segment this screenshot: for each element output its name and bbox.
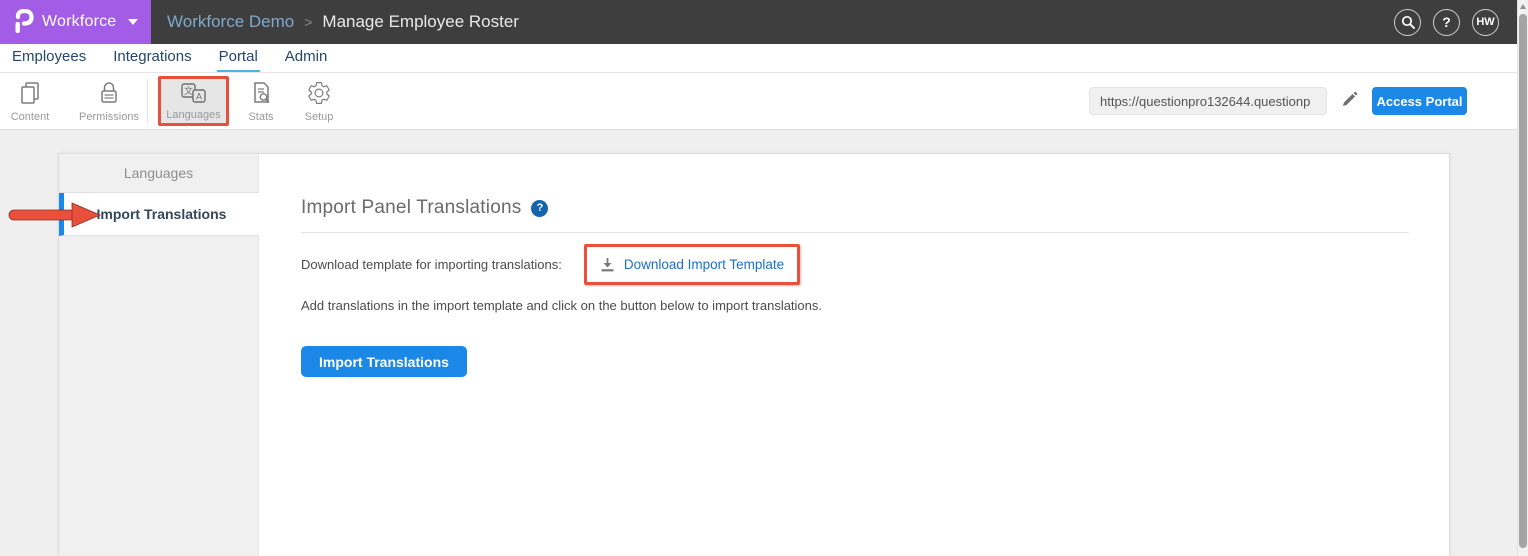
sidebar-item-import-translations[interactable]: Import Translations [59,193,259,236]
import-translations-panel: Import Panel Translations ? Download tem… [259,154,1449,556]
breadcrumb: Workforce Demo > Manage Employee Roster [167,12,519,32]
avatar[interactable]: HW [1472,8,1499,36]
brand-name: Workforce [42,13,117,30]
help-badge-icon[interactable]: ? [531,199,549,217]
question-mark-icon: ? [1442,14,1451,30]
import-translations-button[interactable]: Import Translations [301,346,467,377]
content-card: Languages Import Translations Import Pan… [58,153,1450,556]
svg-text:文: 文 [184,85,193,97]
portal-url-input[interactable] [1089,87,1327,115]
toolbar-label: Permissions [79,110,139,123]
toolbar-label: Setup [304,110,334,123]
translate-icon: 文 A [181,82,206,103]
chevron-down-icon [128,19,139,25]
toolbar-label: Languages [166,108,221,121]
pages-icon [21,81,39,104]
toolbar-item-stats[interactable]: Stats [239,75,283,127]
toolbar-label: Stats [248,110,274,123]
page-search-icon [254,81,270,103]
toolbar-item-content[interactable]: Content [4,75,56,127]
pencil-icon [1343,91,1358,106]
search-icon [1401,15,1415,29]
divider [301,232,1409,233]
settings-sidebar: Languages Import Translations [59,154,259,556]
portal-toolbar: Content Permissions 文 A Languages Stats [0,73,1517,130]
page-title: Import Panel Translations [301,197,522,218]
scroll-up-icon[interactable] [1520,4,1526,9]
nav-item-employees[interactable]: Employees [10,44,88,72]
svg-text:A: A [196,91,202,101]
toolbar-item-permissions[interactable]: Permissions [79,75,139,127]
download-icon [601,258,614,272]
search-button[interactable] [1394,8,1421,36]
instructions-text: Add translations in the import template … [301,298,823,313]
breadcrumb-parent[interactable]: Workforce Demo [167,12,294,32]
toolbar-label: Content [10,110,50,123]
toolbar-divider [147,79,148,123]
questionpro-logo-icon [15,9,34,33]
page-scrollbar[interactable] [1517,0,1528,556]
avatar-initials: HW [1476,16,1495,28]
download-import-template-link[interactable]: Download Import Template [624,257,784,272]
breadcrumb-current: Manage Employee Roster [322,12,519,31]
toolbar-item-setup[interactable]: Setup [297,75,341,127]
red-box-annotation: Download Import Template [583,244,801,285]
main-nav: Employees Integrations Portal Admin [0,44,1517,73]
toolbar-item-languages[interactable]: 文 A Languages [158,76,229,126]
nav-item-portal[interactable]: Portal [216,44,260,72]
access-portal-button[interactable]: Access Portal [1372,87,1467,115]
breadcrumb-separator: > [304,14,313,30]
help-button[interactable]: ? [1433,8,1460,36]
top-bar: Workforce Workforce Demo > Manage Employ… [0,0,1517,44]
download-template-label: Download template for importing translat… [301,257,562,272]
nav-item-integrations[interactable]: Integrations [111,44,193,72]
gear-icon [308,81,330,104]
edit-url-button[interactable] [1341,91,1358,111]
nav-item-admin[interactable]: Admin [283,44,330,72]
scrollbar-thumb[interactable] [1519,14,1527,548]
lock-icon [101,81,117,103]
sidebar-header: Languages [59,154,258,193]
topbar-actions: ? HW [1394,8,1517,36]
workforce-brand-dropdown[interactable]: Workforce [0,0,151,44]
